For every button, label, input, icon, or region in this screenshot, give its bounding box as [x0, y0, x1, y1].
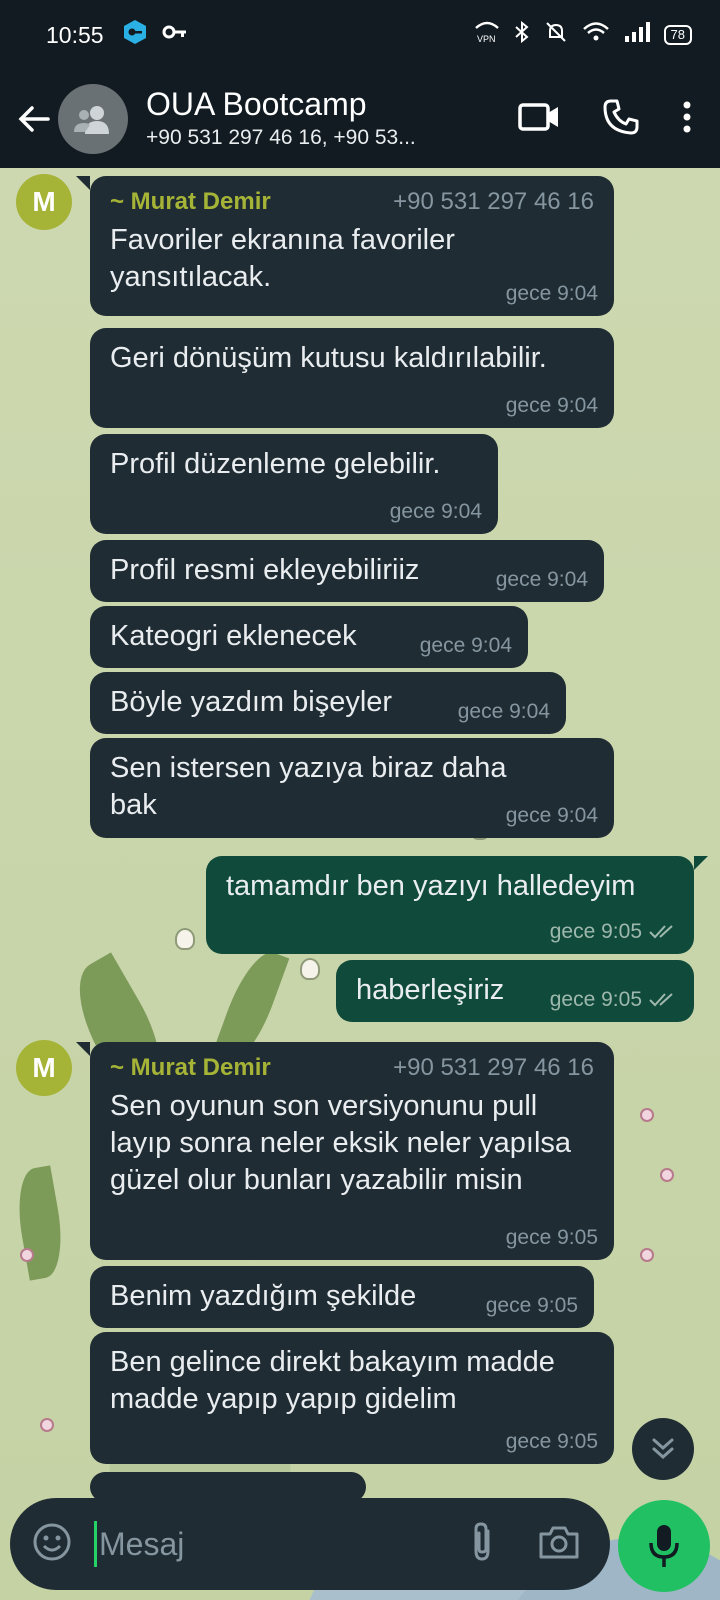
back-button[interactable] [6, 91, 62, 147]
message-bubble-outgoing[interactable]: tamamdır ben yazıyı halledeyim gece 9:05 [206, 856, 708, 954]
wallpaper-leaf [10, 1165, 70, 1281]
sender-name[interactable]: ~ Murat Demir [110, 188, 271, 216]
message-time: gece 9:05 [505, 1430, 598, 1453]
wallpaper-flower [640, 1248, 654, 1262]
bell-muted-icon [544, 20, 568, 50]
double-chevron-down-icon [652, 1438, 674, 1460]
message-time: gece 9:05 [549, 988, 642, 1011]
message-text: Sen oyunun son versiyonunu pull layıp so… [110, 1090, 572, 1196]
message-text: tamamdır ben yazıyı halledeyim [226, 870, 636, 902]
message-text: Geri dönüşüm kutusu kaldırılabilir. [110, 342, 547, 374]
wallpaper-flower [40, 1418, 54, 1432]
message-time: gece 9:04 [495, 568, 588, 591]
status-time: 10:55 [46, 21, 104, 48]
voice-call-button[interactable] [602, 98, 640, 141]
camera-icon [539, 1526, 579, 1558]
wallpaper-flower [660, 1168, 674, 1182]
message-bubble-incoming[interactable]: Sen istersen yazıya biraz daha bak gece … [90, 738, 614, 838]
arrow-left-icon [18, 106, 50, 132]
sender-phone: +90 531 297 46 16 [393, 1054, 594, 1081]
svg-text:VPN: VPN [477, 34, 496, 44]
more-vert-icon [683, 101, 691, 132]
message-text: Sen istersen yazıya biraz daha bak [110, 752, 507, 821]
message-time: gece 9:05 [485, 1294, 578, 1317]
message-time: gece 9:04 [457, 700, 550, 723]
message-bubble-incoming[interactable]: ~ Murat Demir +90 531 297 46 16 Favorile… [76, 176, 614, 316]
message-time: gece 9:05 [549, 920, 642, 943]
wallpaper-flower [640, 1108, 654, 1122]
message-bubble-incoming[interactable]: Geri dönüşüm kutusu kaldırılabilir. gece… [90, 328, 614, 428]
sender-phone: +90 531 297 46 16 [393, 188, 594, 215]
message-bubble-outgoing[interactable]: haberleşiriz gece 9:05 [336, 960, 694, 1022]
message-bubble-incoming[interactable]: Kateogri eklenecek gece 9:04 [90, 606, 528, 668]
message-input[interactable]: Mesaj [94, 1521, 468, 1567]
chat-info[interactable]: OUA Bootcamp +90 531 297 46 16, +90 53..… [146, 85, 446, 153]
emoji-icon [33, 1523, 71, 1560]
emoji-button[interactable] [32, 1522, 72, 1567]
more-options-button[interactable] [682, 100, 692, 139]
microphone-icon [649, 1525, 679, 1567]
message-text: Favoriler ekranına favoriler yansıtılaca… [110, 224, 455, 293]
bluetooth-icon [514, 20, 530, 50]
voice-record-button[interactable] [618, 1500, 710, 1592]
wallpaper-bell-flower [300, 958, 320, 980]
message-bubble-incoming[interactable]: Profil resmi ekleyebiliriiz gece 9:04 [90, 540, 604, 602]
attach-button[interactable] [468, 1521, 496, 1568]
chat-title: OUA Bootcamp [146, 86, 367, 122]
message-bubble-incoming[interactable]: Profil düzenleme gelebilir. gece 9:04 [90, 434, 498, 534]
key-icon [162, 22, 188, 48]
message-time: gece 9:05 [505, 1226, 598, 1249]
message-time: gece 9:04 [505, 282, 598, 305]
message-bubble-incoming[interactable]: Ben gelince direkt bakayım madde madde y… [90, 1332, 614, 1464]
double-check-icon [649, 993, 673, 1007]
message-bubble-incoming[interactable]: ~ Murat Demir +90 531 297 46 16 Sen oyun… [76, 1042, 614, 1260]
sender-avatar[interactable]: M [16, 1040, 72, 1096]
vpn-key-app-icon [122, 19, 148, 51]
scroll-to-bottom-button[interactable] [632, 1418, 694, 1480]
video-call-button[interactable] [518, 101, 560, 138]
message-text: Profil düzenleme gelebilir. [110, 448, 441, 480]
video-camera-icon [518, 102, 558, 131]
group-avatar[interactable] [58, 84, 128, 154]
phone-icon [603, 99, 639, 134]
message-bubble-incoming[interactable]: Benim yazdığım şekilde gece 9:05 [90, 1266, 594, 1328]
message-time: gece 9:04 [419, 634, 512, 657]
chat-participants: +90 531 297 46 16, +90 53... [146, 126, 416, 149]
wallpaper-flower [20, 1248, 34, 1262]
message-composer: Mesaj [10, 1498, 610, 1590]
camera-button[interactable] [538, 1524, 580, 1565]
wallpaper-bell-flower [175, 928, 195, 950]
battery-indicator: 78 [663, 25, 692, 45]
message-text: Ben gelince direkt bakayım madde madde y… [110, 1346, 555, 1415]
signal-icon [624, 21, 650, 49]
message-time: gece 9:04 [505, 804, 598, 827]
double-check-icon [649, 925, 673, 939]
vpn-wifi-icon: VPN [474, 20, 500, 50]
message-bubble-incoming[interactable]: Böyle yazdım bişeyler gece 9:04 [90, 672, 566, 734]
message-time: gece 9:04 [505, 394, 598, 417]
wifi-icon [582, 21, 610, 49]
group-icon [74, 106, 109, 134]
message-time: gece 9:04 [389, 500, 482, 523]
paperclip-icon [474, 1521, 490, 1561]
chat-header: OUA Bootcamp +90 531 297 46 16, +90 53..… [0, 70, 720, 168]
sender-avatar[interactable]: M [16, 174, 72, 230]
sender-name[interactable]: ~ Murat Demir [110, 1054, 271, 1082]
status-bar: 10:55 VPN 78 [0, 0, 720, 70]
